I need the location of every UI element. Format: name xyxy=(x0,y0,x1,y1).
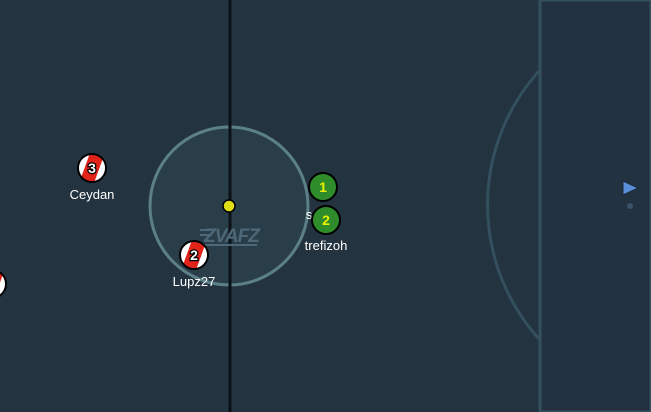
player-number: 2 xyxy=(190,247,198,263)
logo-text: ZVAFZ xyxy=(203,226,261,247)
center-logo: ZVAFZ xyxy=(200,226,262,247)
indicator-dot-icon xyxy=(627,203,633,209)
game-field[interactable]: ZVAFZ 3 Ceydan 2 Lupz27 s 1 2 trefizoh xyxy=(0,0,651,412)
goal-area xyxy=(538,0,651,412)
player-name: Lupz27 xyxy=(173,274,216,289)
ball xyxy=(222,199,236,213)
player-name: trefizoh xyxy=(305,238,348,253)
player-number: 1 xyxy=(319,179,327,195)
player-number: 3 xyxy=(88,160,96,176)
player-name: Ceydan xyxy=(70,187,115,202)
player-number: 2 xyxy=(322,212,330,228)
